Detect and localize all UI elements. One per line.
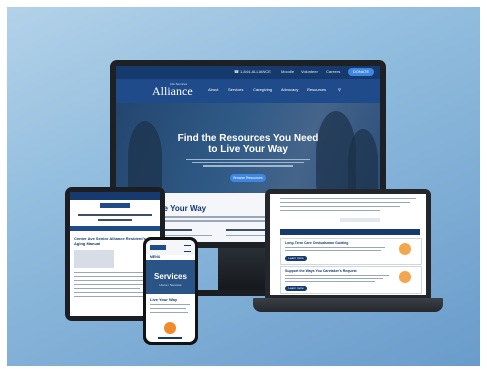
tablet-util-bar (70, 192, 160, 200)
search-icon[interactable]: ⚲ (338, 87, 341, 92)
resource-card-title[interactable]: Support the Ways You Caretaker's Request (285, 269, 357, 273)
resource-card[interactable]: Support the Ways You Caretaker's Request… (280, 266, 422, 294)
utility-link-careers[interactable]: Careers (326, 69, 340, 74)
utility-link-moodle[interactable]: Moodle (281, 69, 294, 74)
phone-hero-title: Services (154, 272, 187, 281)
tablet-nav[interactable] (78, 214, 152, 216)
phone-section-title: Live Your Way (150, 297, 178, 302)
service-icon (164, 322, 176, 334)
learn-more-button[interactable]: Learn more (285, 286, 307, 291)
learn-more-button[interactable]: Learn more (285, 256, 307, 261)
nav-item-services[interactable]: Services (228, 87, 243, 92)
tablet-text-line (74, 292, 152, 293)
utility-phone-link[interactable]: 1-844-ALLIANCE (240, 69, 271, 74)
card-text-line (285, 278, 383, 279)
laptop-text-line (280, 198, 416, 200)
tablet-text-line (74, 288, 140, 289)
nav-item-advocacy[interactable]: Advocacy (281, 87, 298, 92)
tablet-image (74, 250, 114, 268)
site-logo[interactable]: Alliance (152, 84, 193, 99)
nav-item-about[interactable]: About (208, 87, 218, 92)
phone-text-line (150, 312, 188, 313)
smartphone: MENU Services Home / Services Live Your … (143, 237, 198, 345)
tablet-text-line (74, 296, 146, 297)
tablet-nav[interactable] (98, 219, 132, 221)
phone-menu-label[interactable]: MENU (150, 255, 160, 259)
tablet-logo[interactable] (100, 203, 130, 208)
tablet-text-line (74, 272, 144, 273)
laptop-screen: Long-Term Care Ombudsman Guiding Learn m… (270, 194, 426, 295)
laptop-filter-tabs (340, 218, 380, 222)
phone-text-line (150, 304, 190, 305)
hero-body-text (186, 159, 310, 167)
phone-hero-subtitle: Home / Services (159, 283, 182, 287)
utility-bar: ☎ 1-844-ALLIANCE Moodle Volunteer Career… (116, 66, 380, 79)
phone-screen: MENU Services Home / Services Live Your … (146, 240, 195, 342)
hero-title-line2: to Live Your Way (208, 144, 288, 155)
card-text-line (285, 247, 385, 248)
phone-text-line (150, 308, 186, 309)
phone-text-line (158, 337, 182, 339)
card-text-line (285, 250, 381, 251)
card-text-line (285, 281, 375, 282)
laptop-text-line (280, 210, 380, 212)
tablet-text-line (74, 276, 154, 277)
resource-card-title[interactable]: Long-Term Care Ombudsman Guiding (285, 241, 348, 245)
phone-logo[interactable] (150, 245, 166, 250)
utility-link-volunteer[interactable]: Volunteer (301, 69, 318, 74)
tablet-text-line (74, 284, 154, 285)
card-text-line (285, 275, 389, 276)
laptop-text-line (280, 206, 400, 208)
hero-cta-button[interactable]: Browse Resources (230, 174, 266, 182)
donate-button[interactable]: DONATE (348, 68, 374, 76)
card-icon (399, 243, 411, 255)
hero-photo-figure (128, 121, 162, 193)
section-text-line (152, 220, 282, 222)
tablet-text-line (74, 280, 150, 281)
devices-mockup-stage: ☎ 1-844-ALLIANCE Moodle Volunteer Career… (7, 7, 480, 366)
resource-card[interactable]: Long-Term Care Ombudsman Guiding Learn m… (280, 238, 422, 265)
phone-icon: ☎ (234, 69, 239, 74)
hero-title-line1: Find the Resources You Need (177, 133, 319, 144)
nav-item-resources[interactable]: Resources (307, 87, 326, 92)
laptop-text-line (280, 202, 410, 204)
nav-item-caregiving[interactable]: Caregiving (253, 87, 272, 92)
laptop-list-header (280, 229, 420, 235)
card-icon (399, 271, 411, 283)
tablet-breadcrumb-bar (70, 226, 160, 231)
laptop-base (253, 298, 443, 312)
hero-title: Find the Resources You Need to Live Your… (116, 133, 380, 155)
hamburger-icon[interactable] (184, 245, 191, 252)
laptop: Long-Term Care Ombudsman Guiding Learn m… (265, 189, 431, 299)
section-text-line (226, 229, 266, 231)
